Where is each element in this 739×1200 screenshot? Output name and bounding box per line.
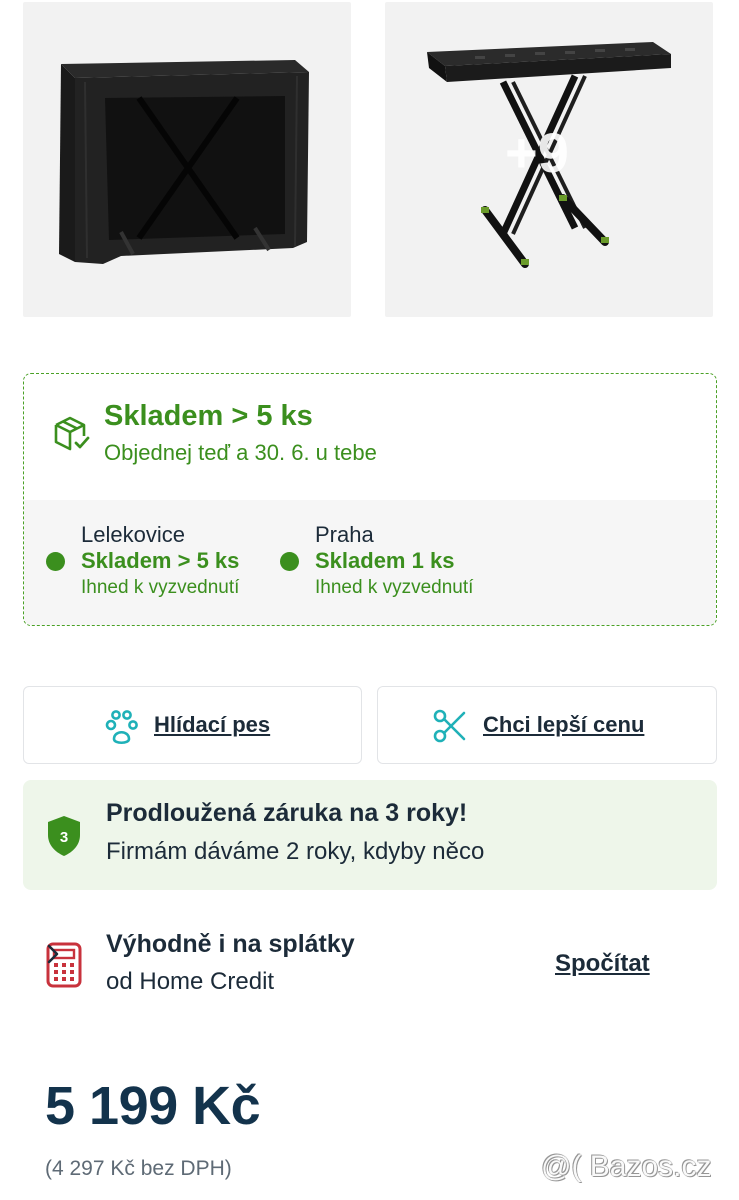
product-photo-covered[interactable] xyxy=(23,2,351,317)
store-city: Praha xyxy=(315,522,374,547)
installments-row: Výhodně i na splátky od Home Credit Spoč… xyxy=(23,920,717,1010)
warranty-badge-number: 3 xyxy=(60,829,68,846)
store-list: Lelekovice Skladem > 5 ks Ihned k vyzved… xyxy=(24,500,716,625)
status-dot xyxy=(46,552,65,571)
store-pickup: Ihned k vyzvednutí xyxy=(315,577,474,598)
bazos-watermark: @( Bazos.cz xyxy=(541,1150,712,1183)
stock-availability: Skladem > 5 ks Objednej teď a 30. 6. u t… xyxy=(23,373,717,626)
store-pickup: Ihned k vyzvednutí xyxy=(81,577,240,598)
better-price-label: Chci lepší cenu xyxy=(483,712,645,737)
product-gallery: +9 xyxy=(23,2,715,317)
store-status: Skladem > 5 ks xyxy=(81,548,240,573)
stock-title: Skladem > 5 ks xyxy=(104,400,313,432)
store-city: Lelekovice xyxy=(81,522,185,547)
store-status: Skladem 1 ks xyxy=(315,548,455,573)
stock-header: Skladem > 5 ks Objednej teď a 30. 6. u t… xyxy=(24,374,716,500)
warranty-banner: 3 Prodloužená záruka na 3 roky! Firmám d… xyxy=(23,780,717,890)
warranty-title: Prodloužená záruka na 3 roky! xyxy=(106,799,468,827)
chevron-right-icon[interactable] xyxy=(46,942,60,966)
price-without-vat: (4 297 Kč bez DPH) xyxy=(45,1157,232,1180)
paw-icon xyxy=(105,710,138,745)
scissors-icon xyxy=(433,709,466,743)
product-photo-stand[interactable]: +9 xyxy=(385,2,713,317)
shield-icon: 3 xyxy=(48,816,80,856)
watchdog-label: Hlídací pes xyxy=(154,712,271,737)
delivery-estimate: Objednej teď a 30. 6. u tebe xyxy=(104,440,377,465)
status-dot xyxy=(280,552,299,571)
more-photos-count[interactable]: +9 xyxy=(505,120,569,185)
product-price: 5 199 Kč xyxy=(45,1076,261,1136)
watchdog-button[interactable]: Hlídací pes xyxy=(23,686,362,764)
calculate-link[interactable]: Spočítat xyxy=(555,950,650,978)
warranty-subtitle: Firmám dáváme 2 roky, kdyby něco xyxy=(106,838,485,865)
box-check-icon xyxy=(54,416,90,451)
installments-title: Výhodně i na splátky xyxy=(106,930,355,958)
installments-provider: od Home Credit xyxy=(106,968,275,995)
better-price-button[interactable]: Chci lepší cenu xyxy=(377,686,717,764)
